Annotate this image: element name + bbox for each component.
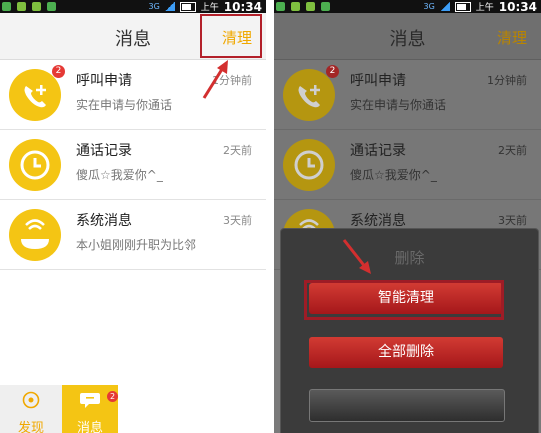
status-bar: 3G 上午 10:34 [274,0,541,14]
conversation-row[interactable]: 系统消息 本小姐刚刚升职为比邻 3天前 [0,200,266,270]
cancel-button[interactable] [309,389,505,422]
status-time: 10:34 [498,0,537,14]
phone-plus-icon [24,85,46,108]
tab-label: 发现 [17,421,44,433]
notification-icon [276,2,285,11]
screen-before: 3G 上午 10:34 消息 清理 2 呼叫申请 实在申请与你通话 1分钟前 通… [0,0,266,433]
tab-badge: 2 [107,391,118,402]
conversation-time: 3天前 [498,214,527,227]
annotation-arrow-icon [202,60,228,99]
conversation-name: 系统消息 [350,213,406,229]
conversation-name: 系统消息 [76,213,132,229]
delete-dialog: 删除 智能清理 全部删除 [280,228,539,433]
clock-icon [294,150,324,180]
conversation-preview: 本小姐刚刚升职为比邻 [76,238,197,252]
app-icon [17,2,26,11]
unread-badge: 2 [52,65,65,78]
network-type: 3G [423,2,435,11]
conversation-time: 2天前 [498,144,527,157]
conversation-time: 3天前 [223,214,252,227]
usb-icon [32,2,41,11]
whale-icon [21,219,49,249]
battery-icon [179,1,196,12]
avatar [283,139,335,191]
conversation-time: 1分钟前 [487,74,527,87]
annotation-arrow-icon [342,239,371,274]
status-ampm: 上午 [475,3,494,13]
conversation-row[interactable]: 通话记录 傻瓜☆我爱你^_ 2天前 [0,130,266,200]
download-icon [321,2,330,11]
download-icon [47,2,56,11]
dialog-title: 删除 [394,249,425,267]
signal-icon [439,2,450,11]
tab-discover[interactable]: 发现 [0,385,62,433]
clock-icon [20,150,50,180]
usb-icon [306,2,315,11]
screen-after: 3G 上午 10:34 消息 清理 2 呼叫申请 实在申请与你通话 1分钟前 通… [274,0,541,433]
unread-badge: 2 [326,65,339,78]
status-bar: 3G 上午 10:34 [0,0,266,14]
tab-label: 消息 [76,421,103,433]
nav-bar: 消息 清理 [274,13,541,60]
delete-all-button[interactable]: 全部删除 [309,337,503,368]
signal-icon [164,2,175,11]
eye-icon [22,391,40,409]
conversation-preview: 傻瓜☆我爱你^_ [76,168,163,182]
conversation-time: 2天前 [223,144,252,157]
clean-button[interactable]: 清理 [497,27,527,48]
conversation-name: 呼叫申请 [76,73,132,89]
avatar [283,69,335,121]
clean-button-highlight [200,14,262,58]
conversation-preview: 实在申请与你通话 [350,98,447,112]
tab-messages[interactable]: 2 消息 [62,385,118,433]
conversation-row: 2 呼叫申请 实在申请与你通话 1分钟前 [274,60,541,130]
avatar [9,139,61,191]
status-ampm: 上午 [200,3,219,13]
conversation-name: 通话记录 [76,143,132,159]
divider [266,0,274,433]
conversation-name: 呼叫申请 [350,73,406,89]
battery-icon [454,1,471,12]
conversation-name: 通话记录 [350,143,406,159]
notification-icon [2,2,11,11]
phone-plus-icon [298,85,320,108]
avatar [9,209,61,261]
conversation-row: 通话记录 傻瓜☆我爱你^_ 2天前 [274,130,541,200]
status-time: 10:34 [223,0,262,14]
avatar [9,69,61,121]
conversation-preview: 实在申请与你通话 [76,98,173,112]
smart-clean-highlight [304,280,504,320]
conversation-preview: 傻瓜☆我爱你^_ [350,168,437,182]
network-type: 3G [148,2,160,11]
bottom-tab-bar: 发现 2 消息 [0,385,120,433]
chat-bubble-icon [80,393,100,408]
app-icon [291,2,300,11]
